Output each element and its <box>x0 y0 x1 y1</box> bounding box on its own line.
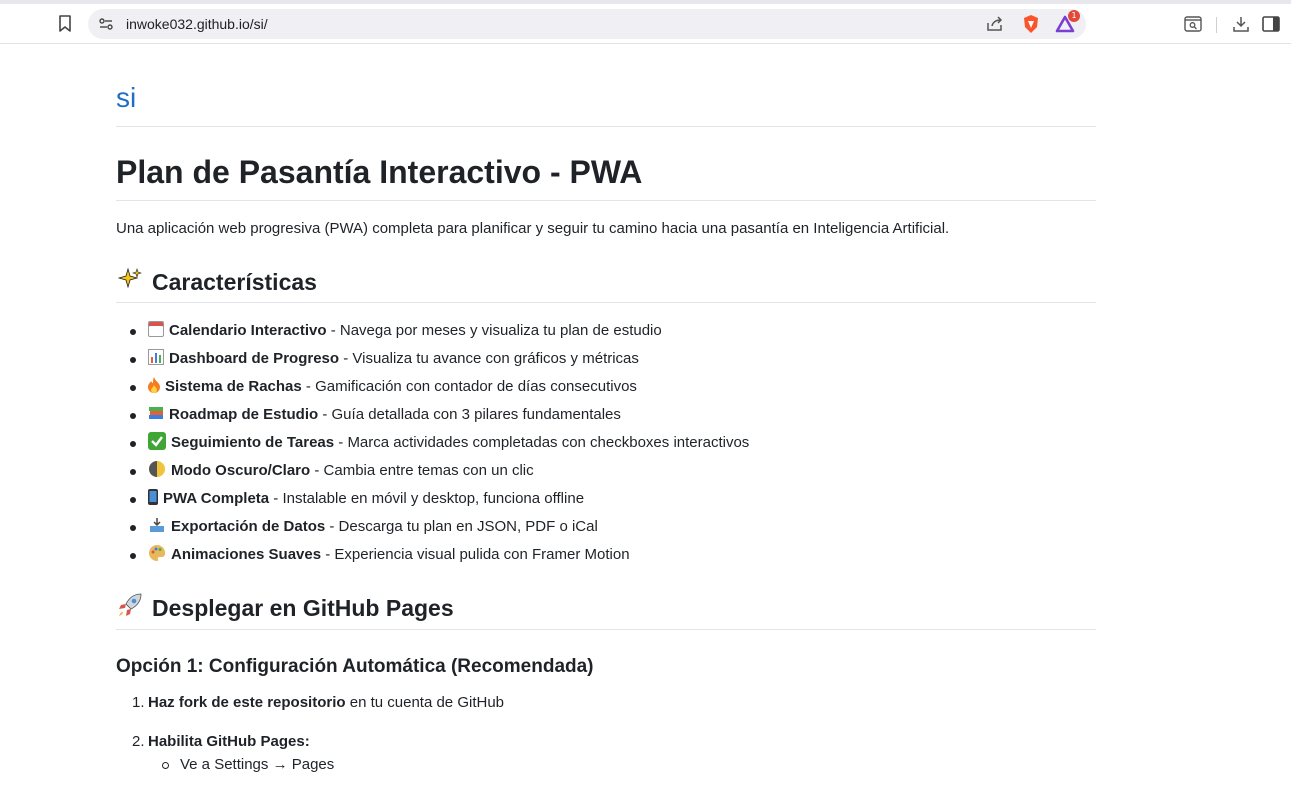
divider <box>116 629 1096 630</box>
features-heading-text: Características <box>152 268 317 295</box>
feature-desc: - Experiencia visual pulida con Framer M… <box>321 546 630 563</box>
step-number: 2. <box>132 733 145 750</box>
features-heading: Características <box>116 267 317 297</box>
bookmark-icon[interactable] <box>52 12 78 36</box>
feature-desc: - Cambia entre temas con un clic <box>310 462 534 479</box>
address-bar[interactable]: inwoke032.github.io/si/ 1 <box>88 9 1086 39</box>
palette-icon <box>148 544 166 562</box>
features-list: Calendario Interactivo - Navega por mese… <box>116 317 749 569</box>
rewards-badge: 1 <box>1068 10 1080 22</box>
share-icon[interactable] <box>982 12 1008 36</box>
feature-title: Animaciones Suaves <box>171 546 322 563</box>
step-title: Haz fork de este repositorio <box>148 694 346 711</box>
feature-title: Seguimiento de Tareas <box>171 434 335 451</box>
site-title-link[interactable]: si <box>116 82 136 114</box>
feature-desc: - Marca actividades completadas con chec… <box>334 434 750 451</box>
sparkles-icon <box>116 267 144 297</box>
download-icon[interactable] <box>1228 12 1254 36</box>
url-text[interactable]: inwoke032.github.io/si/ <box>126 16 268 32</box>
option1-heading: Opción 1: Configuración Automática (Reco… <box>116 656 594 677</box>
list-item: Animaciones Suaves - Experiencia visual … <box>116 541 749 569</box>
steps-list: 1. Haz fork de este repositorio en tu cue… <box>116 694 504 773</box>
sub-step-text: Ve a Settings → Pages <box>180 756 335 773</box>
sub-list: Ve a Settings → Pages <box>148 756 504 773</box>
brave-rewards-icon[interactable]: 1 <box>1052 10 1080 36</box>
divider <box>116 126 1096 127</box>
sidebar-icon[interactable] <box>1258 12 1284 36</box>
list-item: Sistema de Rachas - Gamificación con con… <box>116 373 749 401</box>
intro-paragraph: Una aplicación web progresiva (PWA) comp… <box>116 220 950 237</box>
feature-title: PWA Completa <box>163 490 270 507</box>
browser-toolbar: inwoke032.github.io/si/ 1 <box>0 4 1291 44</box>
feature-title: Exportación de Datos <box>171 518 326 535</box>
feature-desc: - Descarga tu plan en JSON, PDF o iCal <box>325 518 598 535</box>
step-number: 1. <box>132 694 145 711</box>
inbox-tray-icon <box>148 515 166 532</box>
rocket-icon <box>116 592 144 624</box>
deploy-heading: Desplegar en GitHub Pages <box>116 592 454 624</box>
tab-search-icon[interactable] <box>1180 12 1206 36</box>
brave-shield-icon[interactable] <box>1018 12 1044 36</box>
feature-desc: - Visualiza tu avance con gráficos y mét… <box>339 350 639 367</box>
feature-title: Calendario Interactivo <box>169 322 327 339</box>
feature-title: Dashboard de Progreso <box>169 350 340 367</box>
list-item: Roadmap de Estudio - Guía detallada con … <box>116 401 749 429</box>
feature-title: Roadmap de Estudio <box>169 406 319 423</box>
feature-desc: - Guía detallada con 3 pilares fundament… <box>318 406 621 423</box>
feature-desc: - Navega por meses y visualiza tu plan d… <box>326 322 662 339</box>
feature-desc: - Instalable en móvil y desktop, funcion… <box>269 490 585 507</box>
books-icon <box>148 403 164 419</box>
divider <box>116 302 1096 303</box>
list-item: PWA Completa - Instalable en móvil y des… <box>116 485 749 513</box>
list-item: Dashboard de Progreso - Visualiza tu ava… <box>116 345 749 373</box>
site-settings-icon[interactable] <box>94 12 118 36</box>
list-item: Ve a Settings → Pages <box>148 756 504 773</box>
check-mark-icon <box>148 432 166 450</box>
step-title: Habilita GitHub Pages: <box>148 733 310 750</box>
feature-desc: - Gamificación con contador de días cons… <box>301 378 637 395</box>
list-item: 1. Haz fork de este repositorio en tu cue… <box>116 694 504 711</box>
list-item: Calendario Interactivo - Navega por mese… <box>116 317 749 345</box>
list-item: Seguimiento de Tareas - Marca actividade… <box>116 429 749 457</box>
feature-title: Sistema de Rachas <box>165 378 302 395</box>
deploy-heading-text: Desplegar en GitHub Pages <box>152 594 454 621</box>
toolbar-separator <box>1216 17 1217 33</box>
mobile-phone-icon <box>148 487 158 505</box>
moon-icon <box>148 460 166 478</box>
bar-chart-icon <box>148 347 164 365</box>
divider <box>116 200 1096 201</box>
list-item: Exportación de Datos - Descarga tu plan … <box>116 513 749 541</box>
list-item: Modo Oscuro/Claro - Cambia entre temas c… <box>116 457 749 485</box>
calendar-icon <box>148 321 164 337</box>
list-item: 2. Habilita GitHub Pages: Ve a Settings →… <box>116 733 504 773</box>
page-heading: Plan de Pasantía Interactivo - PWA <box>116 154 643 190</box>
feature-title: Modo Oscuro/Claro <box>171 462 311 479</box>
step-text: en tu cuenta de GitHub <box>345 694 504 711</box>
fire-icon <box>148 375 160 393</box>
